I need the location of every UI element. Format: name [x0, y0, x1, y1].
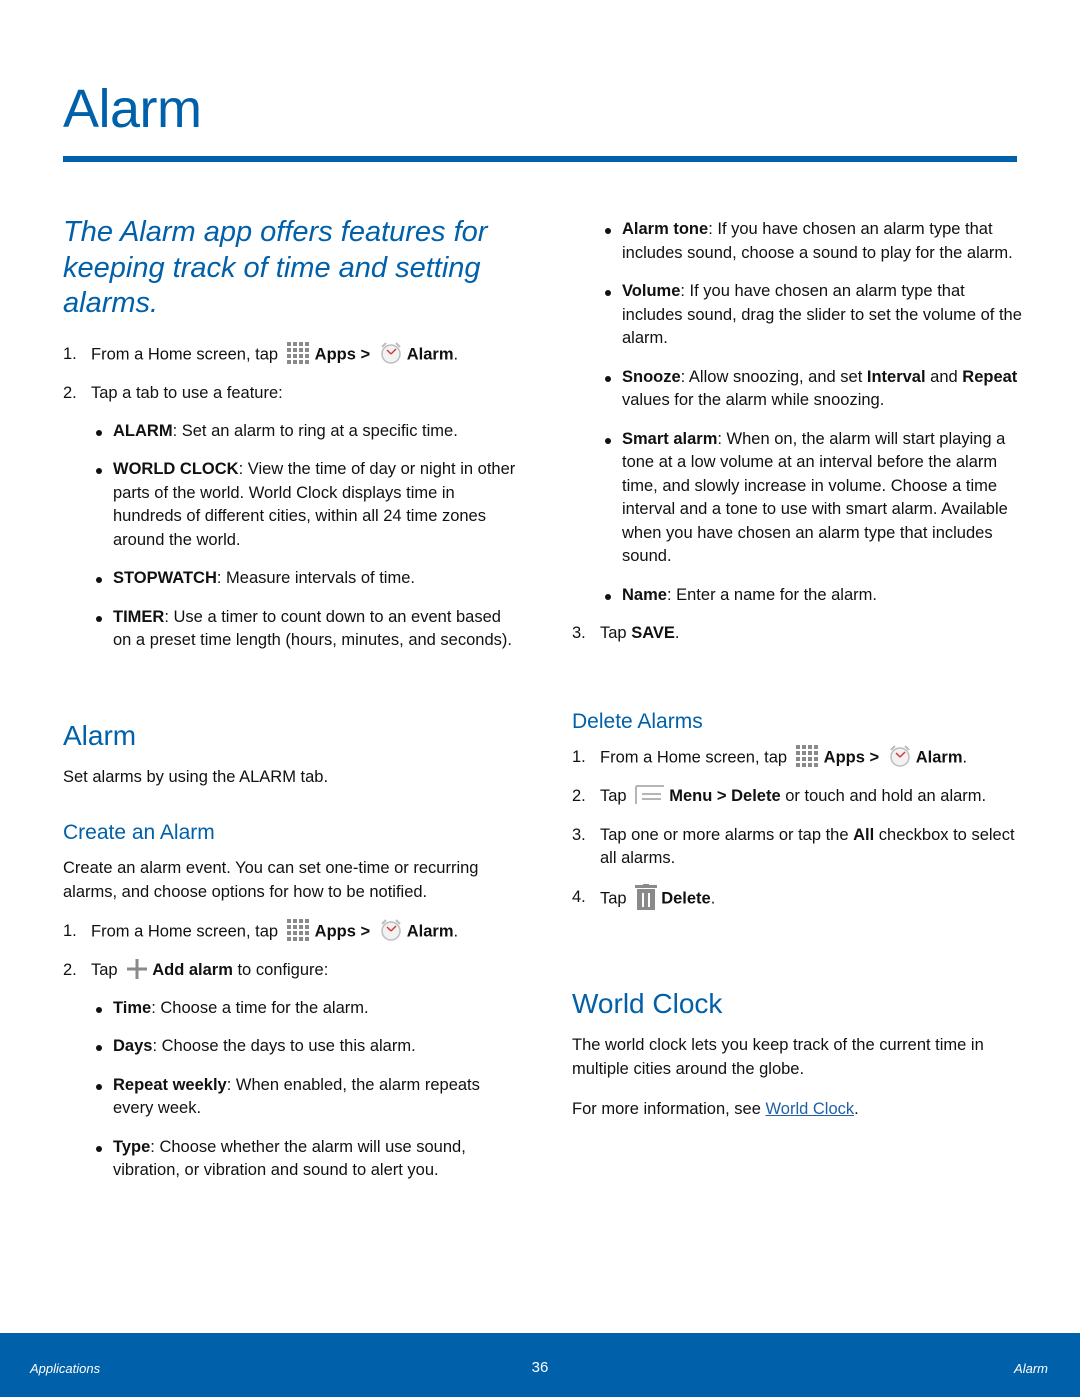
- step-item: 4. Tap Delete.: [572, 883, 1022, 912]
- feature-item: WORLD CLOCK: View the time of day or nig…: [91, 458, 523, 552]
- apps-grid-icon: [286, 919, 311, 941]
- option-item: Time: Choose a time for the alarm.: [91, 997, 523, 1021]
- feature-item: ALARM: Set an alarm to ring at a specifi…: [91, 420, 523, 444]
- alarm-clock-icon: [888, 744, 912, 768]
- option-item: Repeat weekly: When enabled, the alarm r…: [91, 1074, 523, 1121]
- page-title: Alarm: [63, 79, 202, 139]
- feature-item: TIMER: Use a timer to count down to an e…: [91, 606, 523, 653]
- alarm-clock-icon: [379, 341, 403, 365]
- menu-icon: [635, 784, 665, 805]
- step-item-continued: Alarm tone: If you have chosen an alarm …: [572, 218, 1022, 607]
- step-item: 3. Tap SAVE.: [572, 624, 680, 642]
- create-alarm-section: Create an Alarm Create an alarm event. Y…: [63, 820, 523, 1198]
- alarm-section: Alarm Set alarms by using the ALARM tab.: [63, 719, 523, 790]
- alarm-clock-icon: [379, 918, 403, 942]
- title-rule: [63, 156, 1017, 162]
- step-item: 1. From a Home screen, tap Apps > Alarm.: [63, 341, 523, 367]
- create-alarm-heading: Create an Alarm: [63, 821, 215, 844]
- option-item: Name: Enter a name for the alarm.: [600, 584, 1022, 608]
- world-clock-more-info: For more information, see World Clock.: [572, 1100, 859, 1118]
- alarm-section-text: Set alarms by using the ALARM tab.: [63, 768, 329, 786]
- option-item: Volume: If you have chosen an alarm type…: [600, 280, 1022, 351]
- trash-icon: [635, 883, 658, 910]
- create-alarm-continued: Alarm tone: If you have chosen an alarm …: [572, 218, 1022, 661]
- option-item: Type: Choose whether the alarm will use …: [91, 1136, 523, 1183]
- overview-section: 1. From a Home screen, tap Apps > Alarm.…: [63, 341, 523, 668]
- option-item: Days: Choose the days to use this alarm.: [91, 1035, 523, 1059]
- page-footer: Applications 36 Alarm: [0, 1333, 1080, 1397]
- step-item: 1. From a Home screen, tap Apps > Alarm.: [572, 744, 1022, 770]
- step-item: 2. Tap Add alarm to configure: Time: Cho…: [63, 958, 523, 1183]
- apps-grid-icon: [286, 342, 311, 364]
- footer-page-number: 36: [531, 1359, 549, 1376]
- world-clock-text: The world clock lets you keep track of t…: [572, 1036, 984, 1078]
- feature-item: STOPWATCH: Measure intervals of time.: [91, 567, 523, 591]
- intro-text: The Alarm app offers features for keepin…: [63, 216, 488, 319]
- footer-chapter-label: Alarm: [1014, 1361, 1048, 1376]
- world-clock-section: World Clock The world clock lets you kee…: [572, 987, 1022, 1122]
- step-item: 3. Tap one or more alarms or tap the All…: [572, 825, 1015, 868]
- step-item: 2. Tap a tab to use a feature: ALARM: Se…: [63, 382, 523, 653]
- world-clock-link[interactable]: World Clock: [766, 1100, 855, 1118]
- option-item: Smart alarm: When on, the alarm will sta…: [600, 428, 1022, 569]
- world-clock-heading: World Clock: [572, 988, 723, 1019]
- delete-alarms-section: Delete Alarms 1. From a Home screen, tap…: [572, 709, 1022, 927]
- plus-icon: [126, 958, 148, 980]
- step-item: 1. From a Home screen, tap Apps > Alarm.: [63, 918, 523, 944]
- create-alarm-text: Create an alarm event. You can set one-t…: [63, 859, 479, 901]
- option-item: Snooze: Allow snoozing, and set Interval…: [600, 366, 1022, 413]
- apps-grid-icon: [795, 745, 820, 767]
- delete-alarms-heading: Delete Alarms: [572, 710, 703, 733]
- step-item: 2. Tap Menu > Delete or touch and hold a…: [572, 784, 1022, 809]
- alarm-heading: Alarm: [63, 720, 137, 751]
- option-item: Alarm tone: If you have chosen an alarm …: [600, 218, 1022, 265]
